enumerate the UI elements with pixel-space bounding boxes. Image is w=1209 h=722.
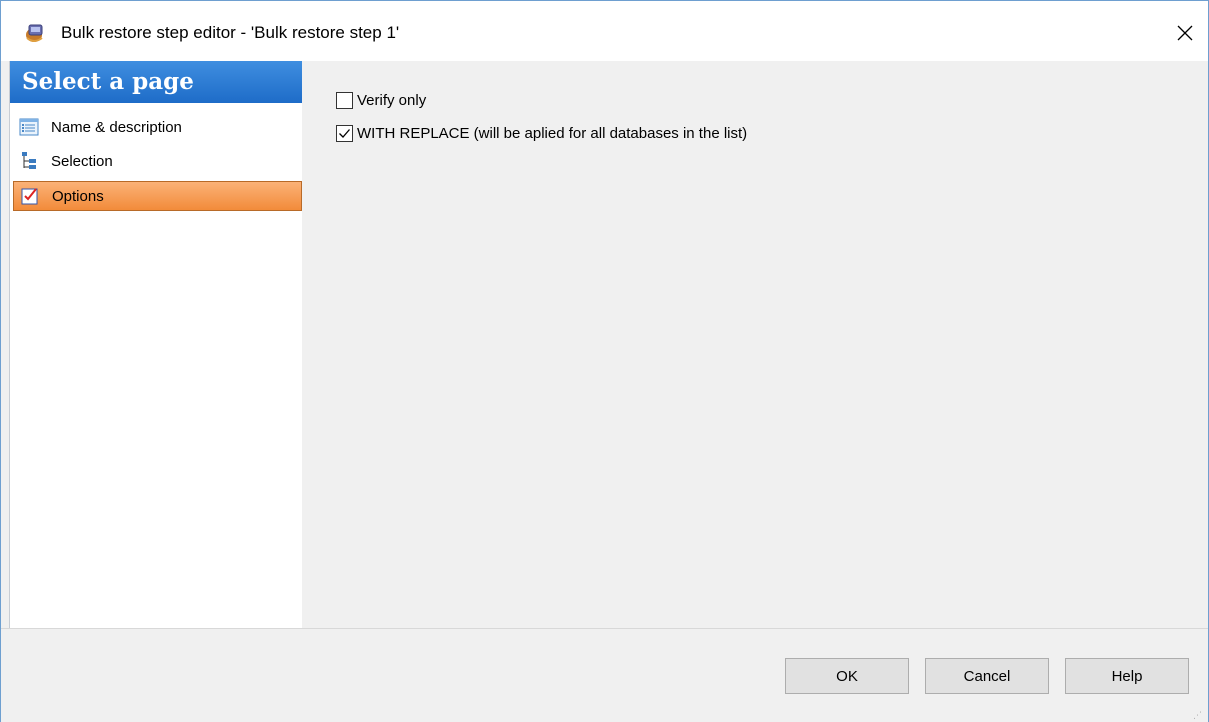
checklist-icon [20,186,40,206]
close-button[interactable] [1163,13,1207,53]
app-icon [24,22,46,44]
window-title: Bulk restore step editor - 'Bulk restore… [61,23,400,42]
list-document-icon [19,117,39,137]
dialog-window: Bulk restore step editor - 'Bulk restore… [0,0,1209,722]
page-navigator-header: Select a page [10,61,302,103]
cancel-button[interactable]: Cancel [925,658,1049,694]
resize-grip[interactable]: ⋰ [1193,709,1207,721]
sidebar-item-options[interactable]: Options [13,181,302,211]
tree-icon [19,151,39,171]
ok-button[interactable]: OK [785,658,909,694]
verify-only-checkbox[interactable] [336,91,353,109]
page-navigator: Select a page Name & description Selecti… [9,61,303,628]
sidebar-item-label: Options [52,187,104,205]
with-replace-label: WITH REPLACE (will be aplied for all dat… [357,124,748,142]
checkmark-icon [339,128,350,138]
verify-only-option[interactable]: Verify only [336,89,426,111]
with-replace-checkbox[interactable] [336,124,353,142]
title-bar: Bulk restore step editor - 'Bulk restore… [1,1,1208,61]
sidebar-item-label: Selection [51,152,113,170]
sidebar-item-selection[interactable]: Selection [13,146,302,176]
with-replace-option[interactable]: WITH REPLACE (will be aplied for all dat… [336,122,747,144]
close-icon [1177,25,1193,41]
options-page [302,61,1208,628]
help-button[interactable]: Help [1065,658,1189,694]
sidebar-item-name-description[interactable]: Name & description [13,112,302,142]
sidebar-item-label: Name & description [51,118,182,136]
verify-only-label: Verify only [357,91,427,109]
